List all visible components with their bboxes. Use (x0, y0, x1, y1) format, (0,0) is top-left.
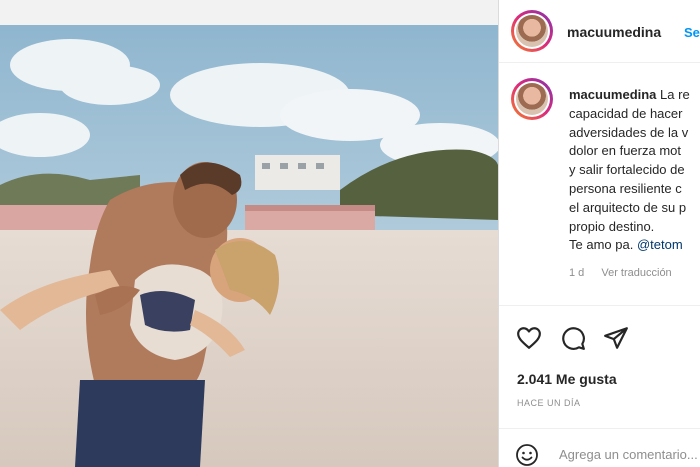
actions-divider (499, 305, 700, 306)
comment-divider (499, 428, 700, 429)
comment-icon[interactable] (560, 325, 586, 351)
caption-closing-line: Te amo pa. @tetom (569, 236, 700, 255)
caption-line: propio destino. (569, 218, 655, 234)
header-username[interactable]: macuumedina (567, 24, 661, 40)
caption-line: persona resiliente c (569, 180, 682, 196)
caption-line: el arquitecto de su p (569, 199, 687, 215)
avatar[interactable] (511, 10, 553, 52)
caption-line: capacidad de hacer (569, 105, 683, 121)
caption-closing: Te amo pa. (569, 237, 634, 253)
avatar-image (516, 15, 548, 47)
caption-meta: 1 d Ver traducción (569, 267, 686, 279)
caption-line: dolor en fuerza mot (569, 143, 682, 159)
caption-username[interactable]: macuumedina (569, 87, 656, 102)
follow-button[interactable]: Se (684, 25, 700, 40)
emoji-icon[interactable] (515, 443, 539, 467)
caption-avatar-image (516, 83, 548, 115)
post-side-panel: macuumedina Se macuumedina La re capacid… (499, 0, 700, 467)
post-photo[interactable] (0, 25, 498, 467)
post-caption: macuumedina La re capacidad de hacer adv… (569, 86, 700, 255)
share-icon[interactable] (603, 325, 629, 351)
caption-avatar[interactable] (511, 78, 553, 120)
caption-line: adversidades de la v (569, 124, 689, 140)
heart-icon[interactable] (516, 325, 542, 351)
post-timestamp: HACE UN DÍA (517, 398, 581, 408)
caption-age: 1 d (569, 267, 585, 279)
caption-first-line: macuumedina La re (569, 86, 700, 105)
translate-link[interactable]: Ver traducción (601, 267, 671, 279)
likes-count[interactable]: 2.041 Me gusta (517, 371, 617, 387)
post-header: macuumedina Se (499, 0, 700, 63)
caption-line: y salir fortalecido de (569, 162, 685, 178)
post-image (0, 25, 498, 467)
caption-text-start: La re (660, 87, 690, 102)
comment-input[interactable] (559, 447, 700, 462)
caption-mention[interactable]: @tetom (637, 237, 683, 252)
